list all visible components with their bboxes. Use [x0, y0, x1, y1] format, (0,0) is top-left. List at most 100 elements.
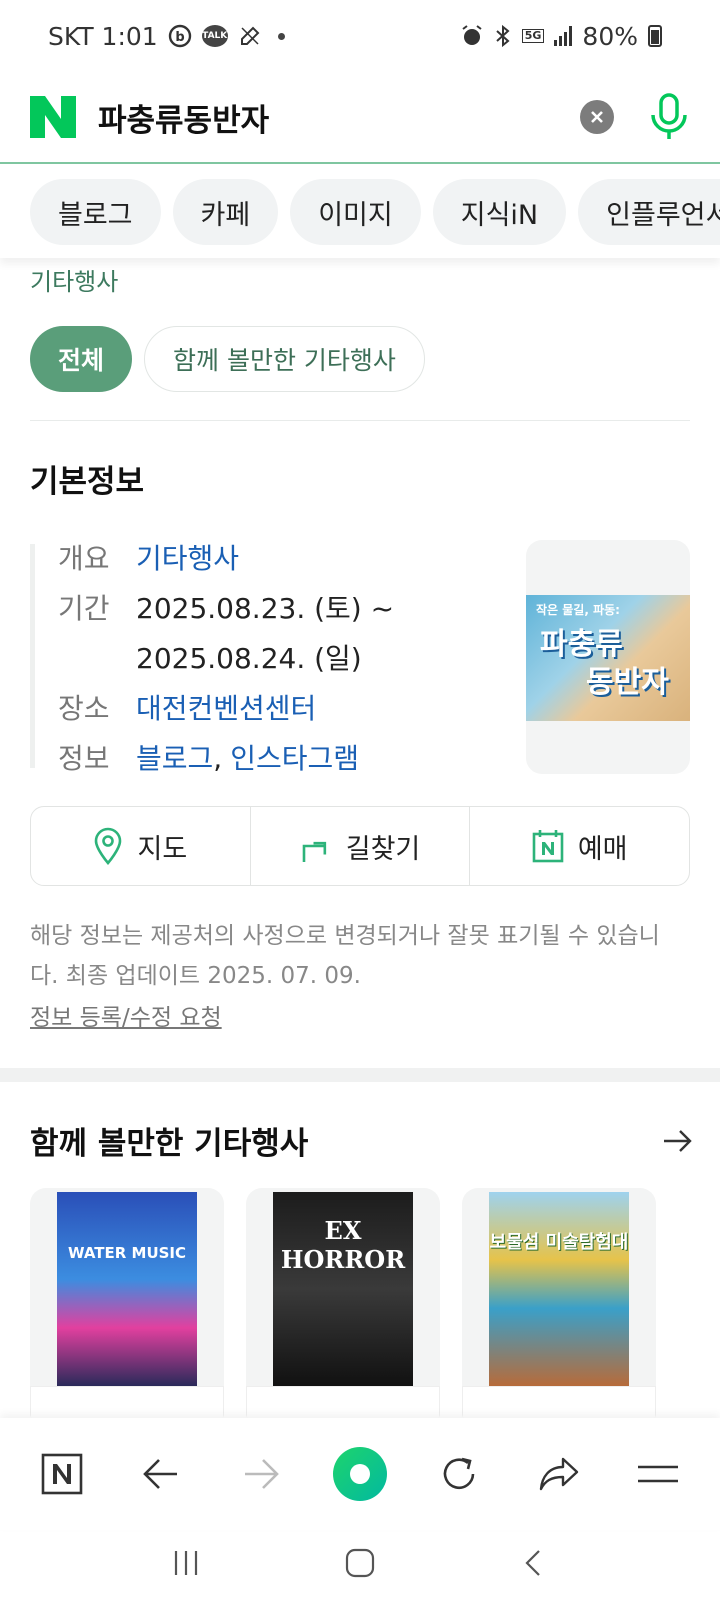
- info-key: 기간: [58, 592, 110, 625]
- recent-apps-button[interactable]: [171, 1548, 201, 1582]
- forward-button[interactable]: [231, 1444, 291, 1504]
- naver-home-button[interactable]: [32, 1444, 92, 1504]
- info-row-period-end: 2025.08.24. (일): [58, 634, 394, 684]
- tab-blog[interactable]: 블로그: [30, 179, 161, 245]
- hamburger-menu-icon: [638, 1465, 679, 1483]
- directions-label: 길찾기: [345, 833, 421, 865]
- arrow-left-icon: [143, 1459, 178, 1489]
- tab-cafe[interactable]: 카페: [172, 179, 279, 245]
- home-button[interactable]: [344, 1547, 376, 1583]
- period-start: 2025.08.23. (토) ~: [136, 592, 395, 625]
- poster-title-line2: 동반자: [586, 665, 669, 700]
- refresh-button[interactable]: [429, 1444, 489, 1504]
- chevron-left-icon: [525, 1550, 540, 1576]
- filter-all[interactable]: 전체: [30, 326, 133, 392]
- directions-button[interactable]: 길찾기: [249, 807, 470, 885]
- svg-text:b: b: [175, 30, 184, 45]
- alarm-icon: [460, 24, 484, 48]
- refresh-icon: [444, 1457, 475, 1490]
- battery-icon: [648, 25, 662, 47]
- system-back-button[interactable]: [519, 1548, 549, 1582]
- related-event-card[interactable]: 보물섬 미술탐험대: [462, 1188, 656, 1428]
- category-label: 기타행사: [30, 268, 119, 296]
- info-key: 정보: [58, 742, 110, 775]
- related-more-button[interactable]: [660, 1124, 694, 1158]
- section-separator: [0, 1068, 720, 1082]
- bluetooth-icon: [494, 24, 512, 48]
- naver-logo-icon[interactable]: [30, 96, 76, 138]
- clear-search-button[interactable]: [580, 100, 614, 134]
- voice-search-button[interactable]: [648, 92, 690, 142]
- update-notice: 해당 정보는 제공처의 사정으로 변경되거나 잘못 표기될 수 있습니다. 최종…: [30, 923, 660, 989]
- 5g-icon: 5G: [521, 29, 545, 43]
- instagram-link[interactable]: 인스타그램: [230, 734, 359, 784]
- tab-influencer[interactable]: 인플루언서: [578, 179, 720, 245]
- system-navigation-bar: [0, 1530, 720, 1600]
- related-event-card[interactable]: EX HORROR: [246, 1188, 440, 1428]
- overview-link[interactable]: 기타행사: [136, 534, 239, 584]
- filter-related-events[interactable]: 함께 볼만한 기타행사: [144, 326, 425, 392]
- poster-subtitle: 작은 물길, 파동:: [536, 603, 620, 617]
- microphone-icon: [651, 93, 687, 139]
- notification-dot-icon: [277, 32, 285, 40]
- arrow-right-icon: [244, 1459, 279, 1489]
- share-button[interactable]: [529, 1444, 589, 1504]
- blog-link[interactable]: 블로그: [136, 734, 213, 784]
- share-arrow-icon: [539, 1457, 579, 1491]
- info-row-links: 정보 블로그 , 인스타그램: [58, 734, 394, 784]
- poster-text: 보물섬 미술탐험대: [489, 1232, 629, 1253]
- booking-label: 예매: [577, 833, 628, 865]
- period-end: 2025.08.24. (일): [136, 642, 362, 675]
- map-label: 지도: [137, 833, 188, 865]
- filter-row: 전체 함께 볼만한 기타행사: [30, 326, 425, 392]
- recent-apps-icon: [175, 1551, 198, 1575]
- signal-icon: [554, 26, 573, 46]
- link-separator: ,: [213, 742, 223, 775]
- event-poster-thumbnail[interactable]: 작은 물길, 파동: 파충류 동반자: [526, 540, 690, 774]
- divider: [30, 420, 690, 421]
- search-input[interactable]: 파충류동반자: [98, 95, 580, 140]
- tab-kin[interactable]: 지식iN: [432, 179, 567, 245]
- search-header: 파충류동반자: [0, 72, 720, 164]
- report-edit-link[interactable]: 정보 등록/수정 요청: [30, 998, 222, 1032]
- section-title-related: 함께 볼만한 기타행사: [30, 1126, 309, 1162]
- battery-percent: 80%: [582, 21, 638, 51]
- event-poster-image: WATER MUSIC: [57, 1192, 197, 1386]
- poster-text: WATER MUSIC: [67, 1244, 187, 1262]
- tab-image[interactable]: 이미지: [290, 179, 421, 245]
- event-poster-image: 보물섬 미술탐험대: [489, 1192, 629, 1386]
- location-pin-icon: [95, 827, 122, 865]
- booking-button[interactable]: 예매: [469, 807, 689, 885]
- green-dot-button[interactable]: [330, 1444, 390, 1504]
- browser-toolbar: [0, 1418, 720, 1530]
- poster-image: 작은 물길, 파동: 파충류 동반자: [526, 595, 690, 721]
- info-key: 장소: [58, 692, 110, 725]
- kakaotalk-icon: TALK: [201, 25, 228, 47]
- home-icon: [345, 1548, 375, 1578]
- close-icon: [591, 111, 603, 123]
- naver-n-icon: [41, 1453, 83, 1495]
- back-button[interactable]: [131, 1444, 191, 1504]
- poster-text: EX HORROR: [280, 1216, 406, 1274]
- info-table: 개요 기타행사 기간 2025.08.23. (토) ~ 2025.08.24.…: [58, 534, 394, 784]
- related-event-card[interactable]: WATER MUSIC: [30, 1188, 224, 1428]
- b-app-icon: b: [168, 24, 192, 48]
- place-link[interactable]: 대전컨벤션센터: [136, 684, 316, 734]
- map-button[interactable]: 지도: [31, 807, 250, 885]
- event-poster-image: EX HORROR: [273, 1192, 413, 1386]
- action-bar: 지도 길찾기 예매: [30, 806, 690, 886]
- green-dot-icon: [332, 1447, 387, 1501]
- menu-button[interactable]: [628, 1444, 688, 1504]
- status-bar: SKT 1:01 b TALK 5G 80%: [0, 0, 720, 72]
- carrier-time: SKT 1:01: [48, 21, 158, 51]
- info-key: 개요: [58, 542, 110, 575]
- calendar-booking-icon: [532, 830, 564, 863]
- info-row-period: 기간 2025.08.23. (토) ~: [58, 584, 394, 634]
- info-row-overview: 개요 기타행사: [58, 534, 394, 584]
- edit-icon: [238, 24, 262, 48]
- info-accent-bar: [30, 544, 35, 768]
- directions-icon: [302, 841, 326, 862]
- search-tabs: 블로그 카페 이미지 지식iN 인플루언서: [0, 166, 720, 258]
- arrow-right-icon: [664, 1130, 692, 1152]
- info-row-place: 장소 대전컨벤션센터: [58, 684, 394, 734]
